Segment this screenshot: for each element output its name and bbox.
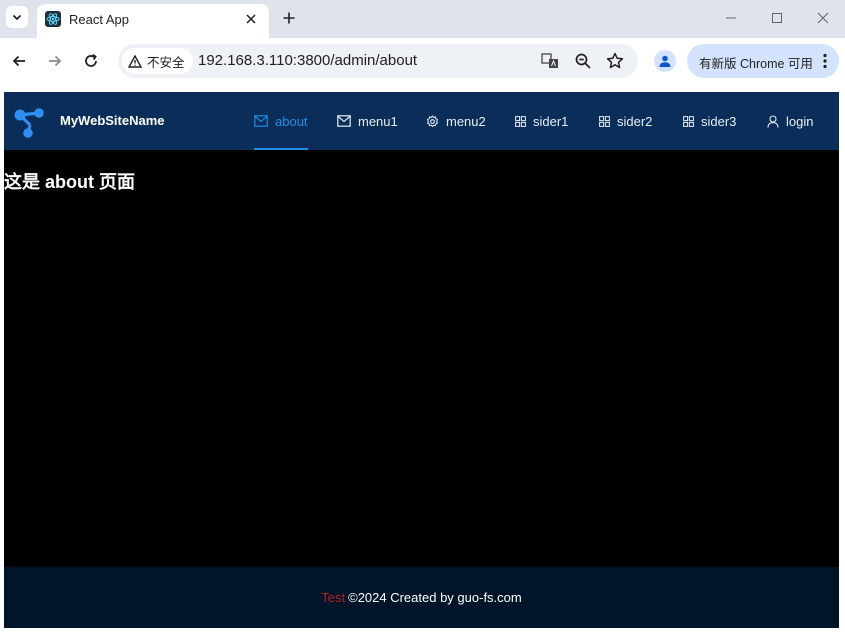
page-viewport: MyWebSiteName about menu1 menu2 sider1 s… bbox=[4, 92, 839, 628]
zoom-icon bbox=[575, 53, 591, 69]
profile-button[interactable] bbox=[654, 50, 676, 72]
page-heading: 这是 about 页面 bbox=[4, 172, 135, 192]
security-label: 不安全 bbox=[147, 55, 185, 70]
forward-button[interactable] bbox=[44, 50, 66, 72]
menu-item-sider3[interactable]: sider3 bbox=[683, 92, 736, 150]
menu-label: sider3 bbox=[701, 113, 737, 129]
site-name[interactable]: MyWebSiteName bbox=[60, 113, 165, 128]
minimize-icon bbox=[726, 17, 736, 19]
more-menu-icon[interactable] bbox=[821, 52, 829, 70]
grid-icon bbox=[515, 115, 526, 127]
grid-icon bbox=[599, 115, 610, 127]
update-chrome-button[interactable]: 有新版 Chrome 可用 bbox=[687, 44, 839, 78]
react-icon bbox=[45, 11, 61, 27]
star-icon bbox=[606, 52, 624, 69]
footer-copyright: ©2024 Created by guo-fs.com bbox=[348, 590, 522, 605]
close-icon bbox=[246, 14, 256, 24]
close-icon bbox=[817, 12, 829, 24]
mail-icon bbox=[254, 115, 268, 127]
tab-title: React App bbox=[69, 12, 129, 27]
menu-item-sider1[interactable]: sider1 bbox=[515, 92, 568, 150]
menu-label: sider1 bbox=[533, 113, 569, 129]
bookmark-button[interactable] bbox=[605, 51, 625, 71]
plus-icon bbox=[283, 12, 295, 24]
maximize-icon bbox=[772, 13, 782, 23]
menu-item-menu2[interactable]: menu2 bbox=[426, 92, 486, 150]
chevron-down-icon bbox=[12, 14, 22, 21]
menu-label: menu1 bbox=[358, 113, 398, 129]
browser-tab[interactable]: React App bbox=[37, 4, 269, 38]
reload-button[interactable] bbox=[80, 50, 102, 72]
back-button[interactable] bbox=[8, 50, 30, 72]
site-footer: Test ©2024 Created by guo-fs.com bbox=[4, 567, 839, 628]
logo-icon bbox=[14, 108, 44, 138]
user-icon bbox=[659, 55, 671, 67]
url-text[interactable]: 192.168.3.110:3800/admin/about bbox=[198, 52, 417, 69]
translate-button[interactable] bbox=[540, 51, 560, 71]
tab-search-button[interactable] bbox=[6, 6, 28, 28]
menu-label: about bbox=[275, 113, 308, 129]
minimize-button[interactable] bbox=[721, 8, 741, 28]
zoom-button[interactable] bbox=[573, 51, 593, 71]
arrow-left-icon bbox=[12, 55, 25, 67]
warning-icon bbox=[128, 54, 142, 68]
gear-icon bbox=[426, 114, 439, 127]
menu-label: sider2 bbox=[617, 113, 653, 129]
site-header: MyWebSiteName about menu1 menu2 sider1 s… bbox=[4, 92, 839, 150]
menu-item-menu1[interactable]: menu1 bbox=[337, 92, 398, 150]
reload-icon bbox=[85, 54, 97, 67]
footer-test-label: Test bbox=[321, 590, 346, 605]
browser-tab-strip: React App bbox=[0, 0, 845, 38]
maximize-button[interactable] bbox=[767, 8, 787, 28]
mail-icon bbox=[337, 115, 351, 127]
translate-icon bbox=[541, 53, 558, 68]
new-tab-button[interactable] bbox=[279, 8, 299, 28]
browser-toolbar: 不安全 192.168.3.110:3800/admin/about 有新版 C… bbox=[0, 38, 845, 84]
address-bar[interactable]: 不安全 192.168.3.110:3800/admin/about bbox=[118, 44, 638, 78]
menu-label: menu2 bbox=[446, 113, 486, 129]
menu-label: login bbox=[786, 113, 814, 129]
menu-item-login[interactable]: login bbox=[767, 92, 813, 150]
update-label: 有新版 Chrome 可用 bbox=[699, 57, 813, 71]
menu-item-about[interactable]: about bbox=[254, 92, 308, 150]
security-chip[interactable]: 不安全 bbox=[122, 48, 193, 74]
close-window-button[interactable] bbox=[813, 8, 833, 28]
grid-icon bbox=[683, 115, 694, 127]
arrow-right-icon bbox=[49, 55, 62, 67]
user-icon bbox=[767, 114, 779, 128]
menu-item-sider2[interactable]: sider2 bbox=[599, 92, 652, 150]
close-tab-button[interactable] bbox=[243, 11, 259, 27]
